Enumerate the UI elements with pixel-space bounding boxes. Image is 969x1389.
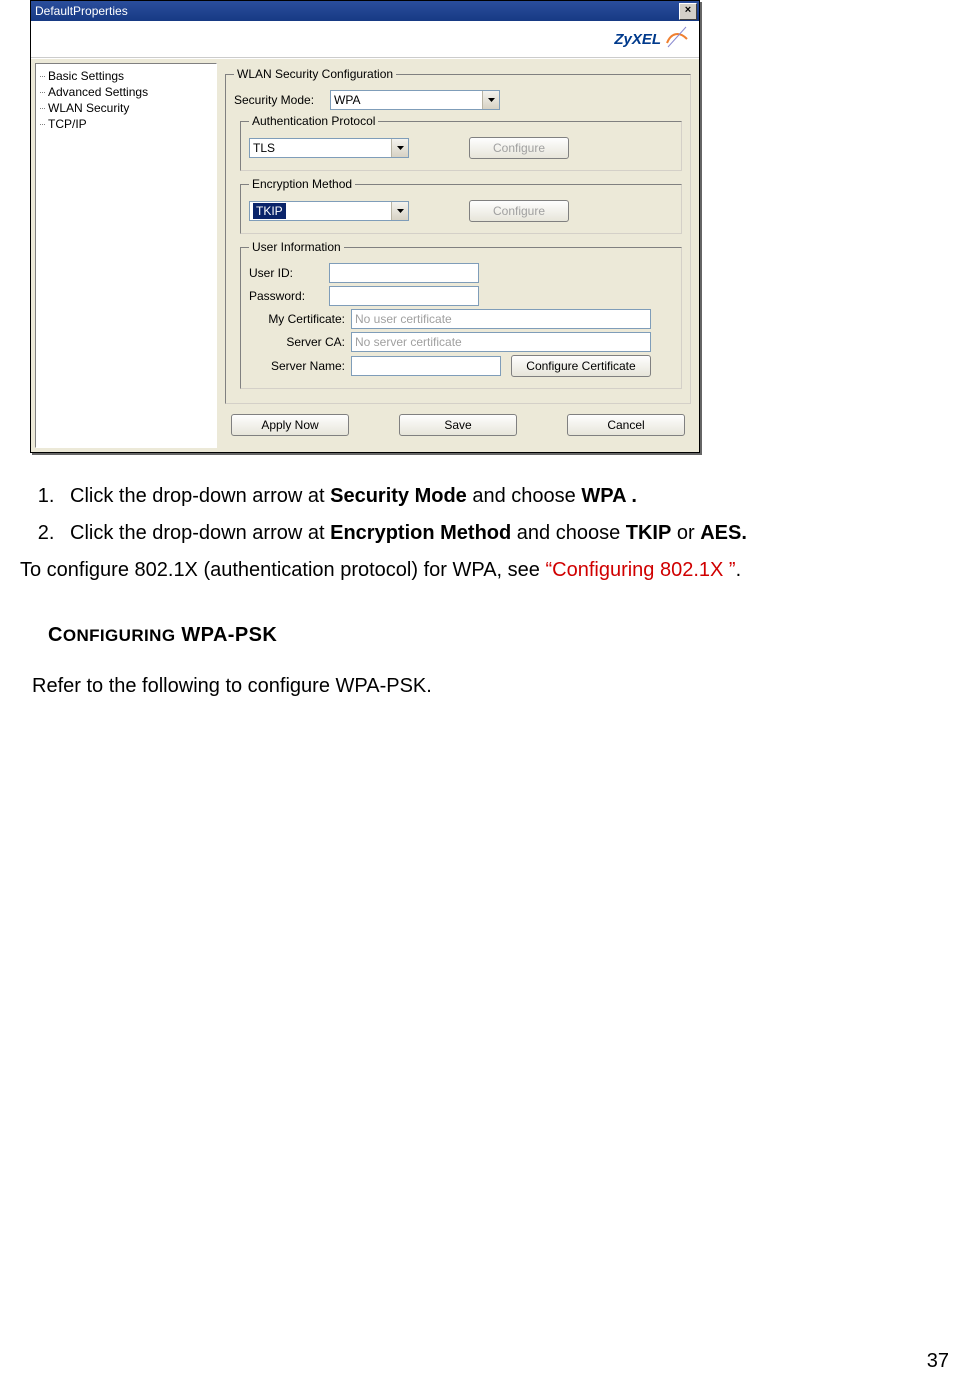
text: WPA-PSK [175, 624, 277, 646]
sidebar-item-wlan-security[interactable]: WLAN Security [38, 100, 214, 116]
page-number: 37 [927, 1350, 949, 1373]
auth-protocol-select[interactable]: TLS [249, 138, 409, 158]
encryption-select[interactable]: TKIP [249, 201, 409, 221]
server-name-field[interactable] [351, 356, 501, 376]
brand-swoosh-icon [665, 25, 689, 49]
brand-row: ZyXEL [31, 21, 699, 58]
text-bold: Encryption Method [330, 522, 511, 544]
server-name-label: Server Name: [249, 359, 345, 373]
user-info-group: User Information User ID: Password: My C… [240, 240, 682, 389]
server-ca-field: No server certificate [351, 332, 651, 352]
brand-text: ZyXEL [614, 31, 661, 48]
text-bold: WPA . [581, 485, 637, 507]
text: and choose [467, 485, 582, 507]
auth-protocol-group: Authentication Protocol TLS Configure [240, 114, 682, 171]
text-bold: Security Mode [330, 485, 467, 507]
text-bold: AES. [700, 522, 747, 544]
window-title: DefaultProperties [35, 4, 128, 18]
my-cert-field: No user certificate [351, 309, 651, 329]
text: ONFIGURING [63, 626, 176, 645]
wlan-security-group: WLAN Security Configuration Security Mod… [225, 67, 691, 404]
cancel-button[interactable]: Cancel [567, 414, 685, 436]
cross-reference: “Configuring 802.1X ” [545, 559, 735, 581]
properties-dialog: DefaultProperties × ZyXEL Basic Settings… [30, 0, 700, 453]
text: To configure 802.1X (authentication prot… [20, 559, 545, 581]
chevron-down-icon[interactable] [482, 91, 499, 109]
auth-group-legend: Authentication Protocol [249, 114, 378, 128]
step-1: Click the drop-down arrow at Security Mo… [60, 481, 949, 512]
auth-protocol-value: TLS [253, 141, 275, 155]
note-line: To configure 802.1X (authentication prot… [20, 555, 949, 586]
encryption-group: Encryption Method TKIP Configure [240, 177, 682, 234]
configure-auth-button[interactable]: Configure [469, 137, 569, 159]
security-mode-label: Security Mode: [234, 93, 324, 107]
user-id-label: User ID: [249, 266, 323, 280]
text: Click the drop-down arrow at [70, 522, 330, 544]
text: Click the drop-down arrow at [70, 485, 330, 507]
user-group-legend: User Information [249, 240, 344, 254]
save-button[interactable]: Save [399, 414, 517, 436]
password-field[interactable] [329, 286, 479, 306]
sidebar-item-tcpip[interactable]: TCP/IP [38, 116, 214, 132]
document-body: Click the drop-down arrow at Security Mo… [20, 481, 949, 702]
text-bold: TKIP [626, 522, 672, 544]
text: C [48, 624, 63, 646]
my-cert-label: My Certificate: [249, 312, 345, 326]
sidebar-item-advanced[interactable]: Advanced Settings [38, 84, 214, 100]
security-mode-select[interactable]: WPA [330, 90, 500, 110]
encryption-value: TKIP [253, 203, 286, 219]
configure-certificate-button[interactable]: Configure Certificate [511, 355, 651, 377]
text: and choose [511, 522, 626, 544]
user-id-field[interactable] [329, 263, 479, 283]
settings-tree: Basic Settings Advanced Settings WLAN Se… [35, 63, 217, 448]
password-label: Password: [249, 289, 323, 303]
section-heading: CONFIGURING WPA-PSK [48, 620, 949, 651]
chevron-down-icon[interactable] [391, 202, 408, 220]
text: . [736, 559, 742, 581]
server-ca-label: Server CA: [249, 335, 345, 349]
security-mode-value: WPA [334, 93, 360, 107]
chevron-down-icon[interactable] [391, 139, 408, 157]
paragraph: Refer to the following to configure WPA-… [32, 671, 949, 702]
enc-group-legend: Encryption Method [249, 177, 355, 191]
brand-logo: ZyXEL [614, 31, 687, 48]
configure-enc-button[interactable]: Configure [469, 200, 569, 222]
text: or [671, 522, 700, 544]
step-2: Click the drop-down arrow at Encryption … [60, 518, 949, 549]
sidebar-item-basic[interactable]: Basic Settings [38, 68, 214, 84]
apply-now-button[interactable]: Apply Now [231, 414, 349, 436]
close-icon[interactable]: × [679, 3, 697, 20]
content-area: WLAN Security Configuration Security Mod… [221, 59, 699, 452]
title-bar[interactable]: DefaultProperties × [31, 1, 699, 21]
wlan-group-legend: WLAN Security Configuration [234, 67, 396, 81]
